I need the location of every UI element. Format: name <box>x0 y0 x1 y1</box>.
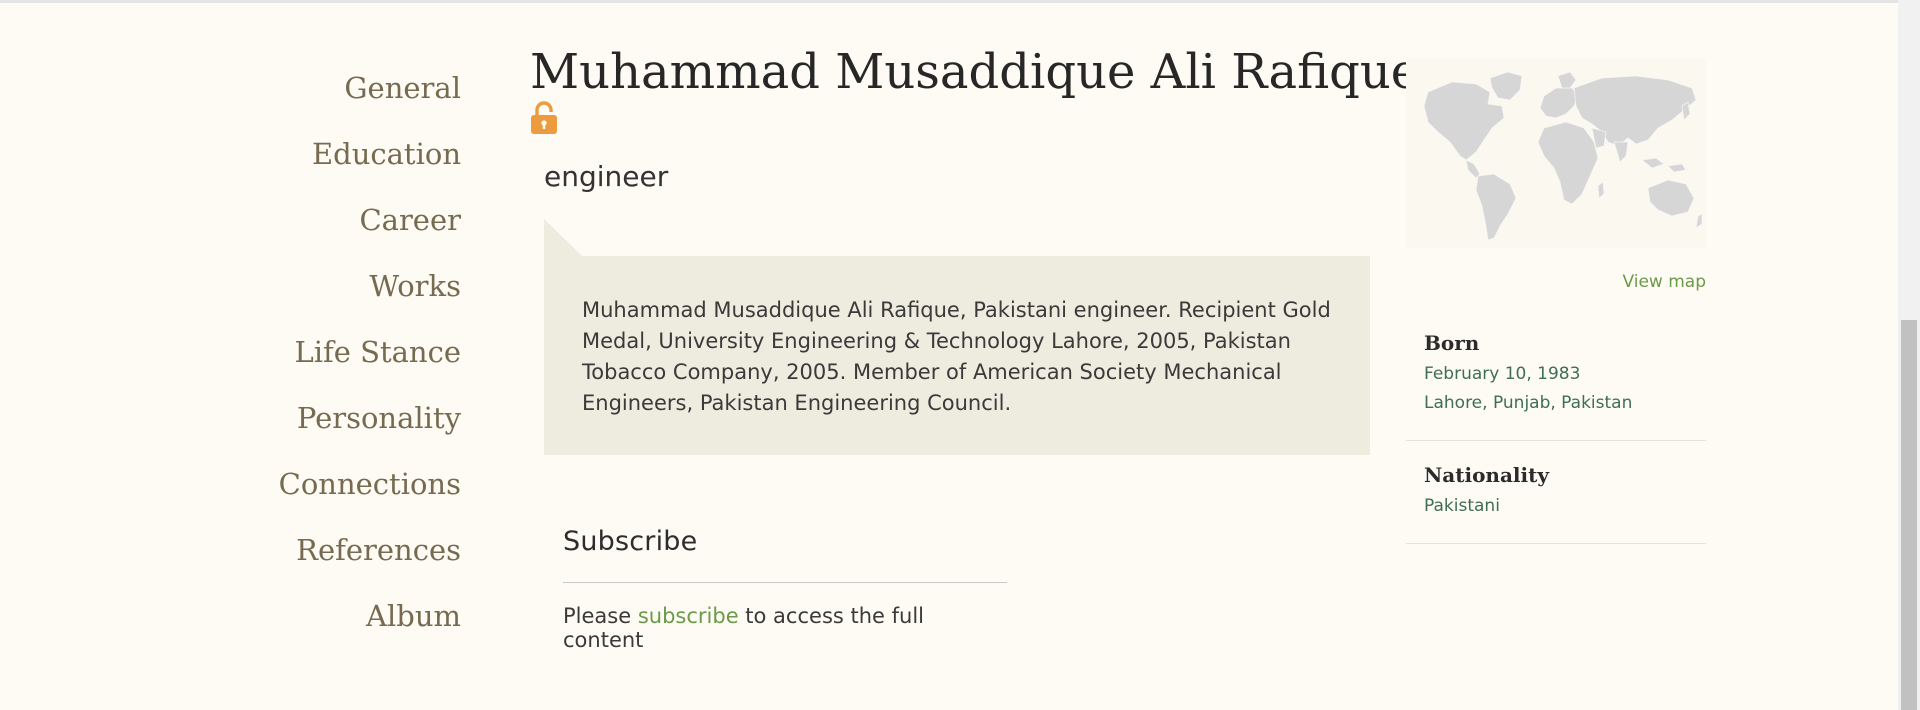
divider <box>563 582 1007 583</box>
born-label: Born <box>1424 331 1480 355</box>
subscribe-text-before: Please <box>563 604 638 628</box>
born-place-link[interactable]: Lahore, Punjab, Pakistan <box>1424 389 1706 418</box>
view-map-link[interactable]: View map <box>1622 272 1706 292</box>
bio-box-tab <box>544 219 582 256</box>
nav-item-life-stance[interactable]: Life Stance <box>0 319 461 385</box>
nav-item-education[interactable]: Education <box>0 121 461 187</box>
born-date-link[interactable]: February 10, 1983 <box>1424 360 1706 389</box>
nav-item-works[interactable]: Works <box>0 253 461 319</box>
born-fact: Born February 10, 1983 Lahore, Punjab, P… <box>1406 326 1706 441</box>
vertical-scrollbar[interactable] <box>1898 0 1920 710</box>
nationality-label: Nationality <box>1424 463 1549 487</box>
bio-text: Muhammad Musaddique Ali Rafique, Pakista… <box>582 298 1331 415</box>
nationality-link[interactable]: Pakistani <box>1424 492 1706 521</box>
nav-item-references[interactable]: References <box>0 517 461 583</box>
nav-item-album[interactable]: Album <box>0 583 461 649</box>
lock-open-icon[interactable] <box>530 101 558 135</box>
nav-item-general[interactable]: General <box>0 55 461 121</box>
subscribe-section: Subscribe Please subscribe to access the… <box>563 518 1007 652</box>
person-name: Muhammad Musaddique Ali Rafique <box>530 44 1420 100</box>
subscribe-heading: Subscribe <box>563 526 698 557</box>
nationality-fact: Nationality Pakistani <box>1406 458 1706 544</box>
world-map[interactable] <box>1406 58 1706 248</box>
bio-box: Muhammad Musaddique Ali Rafique, Pakista… <box>544 256 1370 455</box>
nav-item-connections[interactable]: Connections <box>0 451 461 517</box>
nav-item-personality[interactable]: Personality <box>0 385 461 451</box>
nav-item-career[interactable]: Career <box>0 187 461 253</box>
subscribe-link[interactable]: subscribe <box>638 604 739 628</box>
section-nav: General Education Career Works Life Stan… <box>0 55 461 649</box>
scrollbar-thumb[interactable] <box>1901 320 1917 710</box>
subscribe-message: Please subscribe to access the full cont… <box>563 604 1007 652</box>
top-border <box>0 0 1898 3</box>
occupation: engineer <box>544 160 669 193</box>
